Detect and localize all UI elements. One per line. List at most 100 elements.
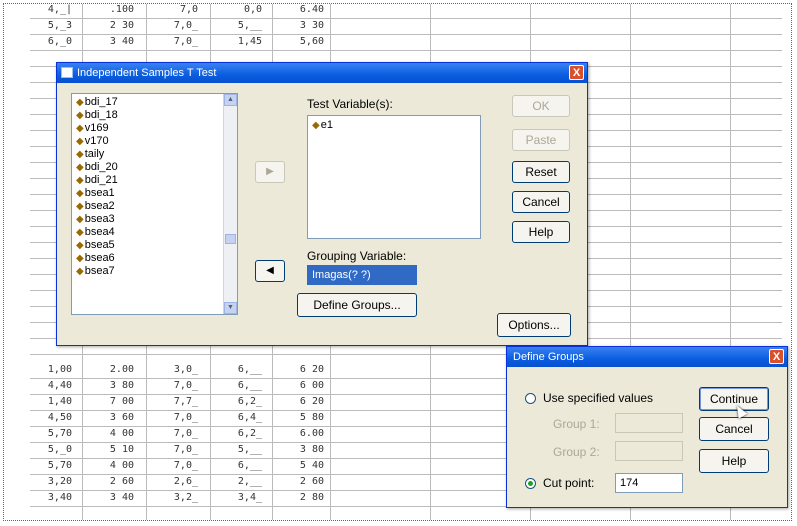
table-cell[interactable]: 7,0_ bbox=[156, 380, 198, 391]
table-cell[interactable]: 4 00 bbox=[92, 428, 134, 439]
scroll-down-icon[interactable]: ▼ bbox=[224, 302, 237, 314]
define-groups-button[interactable]: Define Groups... bbox=[297, 293, 417, 317]
cancel-button[interactable]: Cancel bbox=[512, 191, 570, 213]
cut-point-radio[interactable] bbox=[525, 478, 536, 489]
table-cell[interactable]: 2 60 bbox=[282, 476, 324, 487]
options-button[interactable]: Options... bbox=[497, 313, 571, 337]
table-cell[interactable]: 3 60 bbox=[92, 412, 134, 423]
list-item[interactable]: ◆bsea5 bbox=[72, 239, 237, 252]
reset-button[interactable]: Reset bbox=[512, 161, 570, 183]
table-cell[interactable]: 1,45 bbox=[220, 36, 262, 47]
cut-point-field[interactable]: 174 bbox=[615, 473, 683, 493]
table-cell[interactable]: 6,__ bbox=[220, 364, 262, 375]
table-cell[interactable]: 1,00 bbox=[30, 364, 72, 375]
list-item[interactable]: ◆e1 bbox=[308, 119, 480, 132]
table-cell[interactable]: 6 20 bbox=[282, 396, 324, 407]
list-item[interactable]: ◆bdi_21 bbox=[72, 174, 237, 187]
list-item[interactable]: ◆bsea6 bbox=[72, 252, 237, 265]
table-cell[interactable]: 7,7_ bbox=[156, 396, 198, 407]
table-cell[interactable]: 6 00 bbox=[282, 380, 324, 391]
list-item[interactable]: ◆taily bbox=[72, 148, 237, 161]
table-cell[interactable]: 6 20 bbox=[282, 364, 324, 375]
list-item[interactable]: ◆bdi_18 bbox=[72, 109, 237, 122]
help-button[interactable]: Help bbox=[512, 221, 570, 243]
table-cell[interactable]: 6,_0 bbox=[30, 36, 72, 47]
scroll-thumb[interactable] bbox=[225, 234, 236, 244]
table-cell[interactable]: 3 80 bbox=[282, 444, 324, 455]
list-item[interactable]: ◆bdi_20 bbox=[72, 161, 237, 174]
list-item[interactable]: ◆bsea2 bbox=[72, 200, 237, 213]
list-item[interactable]: ◆bdi_17 bbox=[72, 96, 237, 109]
scroll-up-icon[interactable]: ▲ bbox=[224, 94, 237, 106]
table-cell[interactable]: 2 60 bbox=[92, 476, 134, 487]
table-cell[interactable]: .100 bbox=[92, 4, 134, 15]
table-cell[interactable]: 5 80 bbox=[282, 412, 324, 423]
define-groups-titlebar[interactable]: Define Groups X bbox=[507, 347, 787, 367]
table-cell[interactable]: 5,70 bbox=[30, 460, 72, 471]
paste-button[interactable]: Paste bbox=[512, 129, 570, 151]
move-to-test-button[interactable]: ▶ bbox=[255, 161, 285, 183]
variable-list-scrollbar[interactable]: ▲ ▼ bbox=[223, 94, 237, 314]
list-item[interactable]: ◆bsea7 bbox=[72, 265, 237, 278]
list-item[interactable]: ◆bsea3 bbox=[72, 213, 237, 226]
table-cell[interactable]: 5 40 bbox=[282, 460, 324, 471]
table-cell[interactable]: 7,0_ bbox=[156, 412, 198, 423]
table-cell[interactable]: 7,0_ bbox=[156, 20, 198, 31]
close-icon[interactable]: X bbox=[769, 349, 784, 364]
test-variables-list[interactable]: ◆e1 bbox=[307, 115, 481, 239]
use-specified-values-radio[interactable] bbox=[525, 393, 536, 404]
table-cell[interactable]: 4,50 bbox=[30, 412, 72, 423]
table-cell[interactable]: 2,6_ bbox=[156, 476, 198, 487]
table-cell[interactable]: 3,2_ bbox=[156, 492, 198, 503]
table-cell[interactable]: 3,20 bbox=[30, 476, 72, 487]
table-cell[interactable]: 7,0_ bbox=[156, 460, 198, 471]
table-cell[interactable]: 5,__ bbox=[220, 444, 262, 455]
table-cell[interactable]: 7,0_ bbox=[156, 36, 198, 47]
table-cell[interactable]: 2.00 bbox=[92, 364, 134, 375]
table-cell[interactable]: 2 30 bbox=[92, 20, 134, 31]
table-cell[interactable]: 3,4_ bbox=[220, 492, 262, 503]
table-cell[interactable]: 5,__ bbox=[220, 20, 262, 31]
table-cell[interactable]: 4 00 bbox=[92, 460, 134, 471]
table-cell[interactable]: 6,2_ bbox=[220, 428, 262, 439]
table-cell[interactable]: 7,0 bbox=[156, 4, 198, 15]
table-cell[interactable]: 7,0_ bbox=[156, 444, 198, 455]
group1-field[interactable] bbox=[615, 413, 683, 433]
close-icon[interactable]: X bbox=[569, 65, 584, 80]
grouping-variable-field[interactable]: Imagas(? ?) bbox=[307, 265, 417, 285]
table-cell[interactable]: 6,4_ bbox=[220, 412, 262, 423]
table-cell[interactable]: 3 40 bbox=[92, 36, 134, 47]
table-cell[interactable]: 3 40 bbox=[92, 492, 134, 503]
table-cell[interactable]: 3 30 bbox=[282, 20, 324, 31]
table-cell[interactable]: 5,70 bbox=[30, 428, 72, 439]
list-item[interactable]: ◆v169 bbox=[72, 122, 237, 135]
group2-field[interactable] bbox=[615, 441, 683, 461]
table-cell[interactable]: 7,0_ bbox=[156, 428, 198, 439]
table-cell[interactable]: 6,__ bbox=[220, 460, 262, 471]
list-item[interactable]: ◆bsea1 bbox=[72, 187, 237, 200]
table-cell[interactable]: 3,0_ bbox=[156, 364, 198, 375]
list-item[interactable]: ◆v170 bbox=[72, 135, 237, 148]
define-groups-cancel-button[interactable]: Cancel bbox=[699, 417, 769, 441]
table-cell[interactable]: 1,40 bbox=[30, 396, 72, 407]
ttest-titlebar[interactable]: Independent Samples T Test X bbox=[57, 63, 587, 83]
table-cell[interactable]: 0,0 bbox=[220, 4, 262, 15]
table-cell[interactable]: 6.40 bbox=[282, 4, 324, 15]
define-groups-help-button[interactable]: Help bbox=[699, 449, 769, 473]
list-item[interactable]: ◆bsea4 bbox=[72, 226, 237, 239]
table-cell[interactable]: 5 10 bbox=[92, 444, 134, 455]
table-cell[interactable]: 3,40 bbox=[30, 492, 72, 503]
source-variable-list[interactable]: ◆bdi_17 ◆bdi_18 ◆v169 ◆v170 ◆taily ◆bdi_20 ◆bd… bbox=[71, 93, 238, 315]
move-to-grouping-button[interactable]: ◀ bbox=[255, 260, 285, 282]
table-cell[interactable]: 5,_0 bbox=[30, 444, 72, 455]
table-cell[interactable]: 3 80 bbox=[92, 380, 134, 391]
table-cell[interactable]: 5,_3 bbox=[30, 20, 72, 31]
table-cell[interactable]: 4,_| bbox=[30, 4, 72, 15]
table-cell[interactable]: 7 00 bbox=[92, 396, 134, 407]
table-cell[interactable]: 2,__ bbox=[220, 476, 262, 487]
ok-button[interactable]: OK bbox=[512, 95, 570, 117]
table-cell[interactable]: 4,40 bbox=[30, 380, 72, 391]
table-cell[interactable]: 6,__ bbox=[220, 380, 262, 391]
table-cell[interactable]: 6.00 bbox=[282, 428, 324, 439]
table-cell[interactable]: 6,2_ bbox=[220, 396, 262, 407]
